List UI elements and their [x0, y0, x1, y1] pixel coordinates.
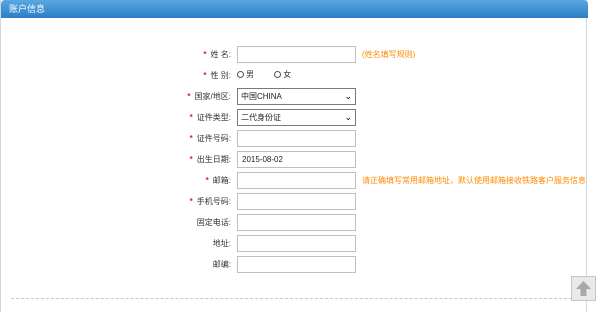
- country-label: * 国家/地区:: [187, 92, 231, 101]
- gender-male-label[interactable]: 男: [246, 70, 254, 79]
- postcode-label: 邮编:: [212, 260, 231, 269]
- arrow-up-icon: [576, 281, 591, 296]
- section-divider: [11, 298, 577, 299]
- row-mobile: * 手机号码:: [1, 193, 588, 212]
- country-select[interactable]: 中国CHINA ⌄: [237, 88, 356, 105]
- gender-female-label[interactable]: 女: [283, 70, 291, 79]
- mobile-input[interactable]: [237, 193, 356, 210]
- phone-input[interactable]: [237, 214, 356, 231]
- required-marker: *: [189, 134, 193, 143]
- id-type-label: * 证件类型:: [189, 113, 231, 122]
- required-marker: *: [189, 155, 193, 164]
- account-info-panel: 账户信息 * 姓 名: (姓名填写规则) * 性 别: 男 女 * 国家/地区: 中国…: [0, 0, 588, 312]
- chevron-down-icon: ⌄: [344, 112, 352, 122]
- email-hint: 请正确填写常用邮箱地址，默认使用邮箱接收铁路客户服务信息: [362, 176, 586, 185]
- panel-title: 账户信息: [9, 4, 46, 14]
- required-marker: *: [189, 113, 193, 122]
- row-email: * 邮箱: 请正确填写常用邮箱地址，默认使用邮箱接收铁路客户服务信息: [1, 172, 588, 191]
- row-gender: * 性 别: 男 女: [1, 67, 588, 86]
- id-type-select[interactable]: 二代身份证 ⌄: [237, 109, 356, 126]
- name-rules-link[interactable]: (姓名填写规则): [362, 50, 415, 60]
- name-input[interactable]: [237, 46, 356, 63]
- row-birthdate: * 出生日期:: [1, 151, 588, 170]
- row-name: * 姓 名: (姓名填写规则): [1, 46, 588, 65]
- email-label: * 邮箱:: [205, 176, 231, 185]
- gender-radio-group: 男 女: [237, 69, 309, 81]
- phone-label: 固定电话:: [196, 218, 231, 227]
- required-marker: *: [189, 197, 193, 206]
- postcode-input[interactable]: [237, 256, 356, 273]
- required-marker: *: [187, 92, 191, 101]
- name-label: * 姓 名:: [203, 50, 231, 59]
- country-select-value: 中国CHINA: [241, 92, 282, 101]
- row-address: 地址:: [1, 235, 588, 254]
- required-marker: *: [203, 50, 207, 59]
- birthdate-input[interactable]: [237, 151, 356, 168]
- gender-male-radio[interactable]: [237, 71, 244, 78]
- gender-female-radio[interactable]: [274, 71, 282, 78]
- row-phone: 固定电话:: [1, 214, 588, 233]
- id-number-input[interactable]: [237, 130, 356, 147]
- address-input[interactable]: [237, 235, 356, 252]
- gender-label: * 性 别:: [203, 71, 231, 80]
- chevron-down-icon: ⌄: [344, 91, 352, 101]
- id-number-label: * 证件号码:: [189, 134, 231, 143]
- back-to-top-button[interactable]: [571, 276, 596, 301]
- row-country: * 国家/地区: 中国CHINA ⌄: [1, 88, 588, 107]
- row-postcode: 邮编:: [1, 256, 588, 275]
- row-id-number: * 证件号码:: [1, 130, 588, 149]
- required-marker: *: [203, 71, 207, 80]
- email-input[interactable]: [237, 172, 356, 189]
- id-type-select-value: 二代身份证: [241, 113, 281, 122]
- mobile-label: * 手机号码:: [189, 197, 231, 206]
- required-marker: *: [205, 176, 209, 185]
- panel-header: 账户信息: [1, 0, 588, 18]
- row-id-type: * 证件类型: 二代身份证 ⌄: [1, 109, 588, 128]
- birthdate-label: * 出生日期:: [189, 155, 231, 164]
- address-label: 地址:: [212, 239, 231, 248]
